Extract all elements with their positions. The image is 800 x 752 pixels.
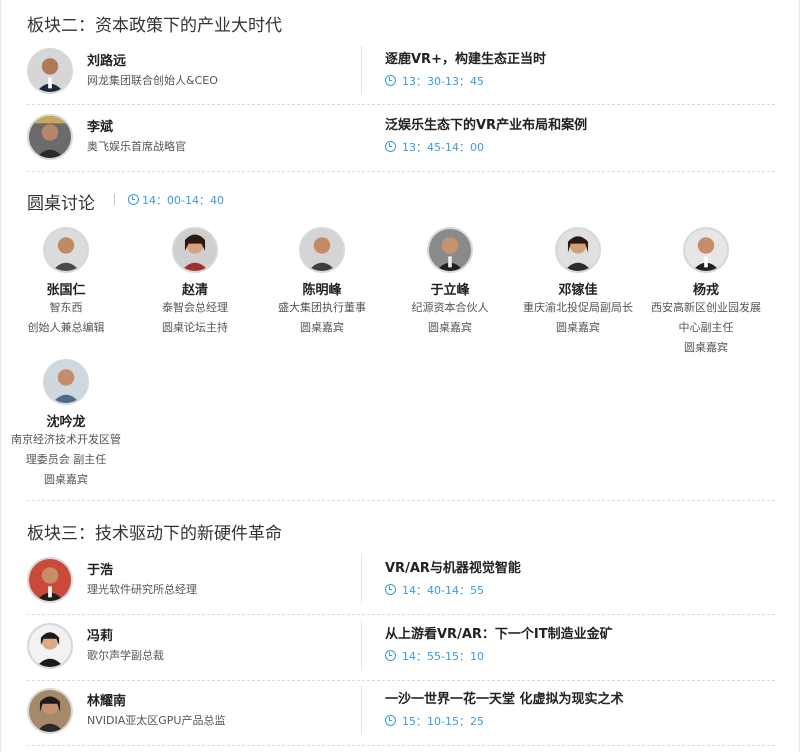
panelist-name: 陈明峰 (302, 283, 342, 298)
panelist-info: 重庆渝北投促局副局长 (523, 301, 633, 314)
panelist[interactable]: 沈吟龙 南京经济技术开发区管 理委员会 副主任 圆桌嘉宾 (1, 359, 131, 490)
avatar (299, 227, 345, 273)
panelist-name: 赵清 (181, 283, 208, 298)
dashed-divider (27, 614, 775, 615)
panelist-info: 圆桌嘉宾 (556, 321, 600, 334)
section-title-roundtable: 圆桌讨论 (27, 194, 95, 214)
panelist-info: 西安高新区创业园发展 (651, 301, 761, 314)
talk-row[interactable]: 刘路远 网龙集团联合创始人&CEO 逐鹿VR+，构建生态正当时 13：30-13… (23, 44, 775, 106)
speaker-name: 林耀南 (87, 694, 127, 709)
divider (361, 555, 362, 603)
talk-time: 14：55-15：10 (385, 648, 484, 664)
avatar (43, 227, 89, 273)
talk-title[interactable]: 逐鹿VR+，构建生态正当时 (385, 48, 546, 67)
avatar (27, 48, 73, 94)
speaker-role: 网龙集团联合创始人&CEO (87, 74, 218, 87)
panelist-name: 于立峰 (430, 283, 470, 298)
clock-icon (385, 715, 396, 726)
panelist-info: 圆桌嘉宾 (428, 321, 472, 334)
talk-title[interactable]: 从上游看VR/AR：下一个IT制造业金矿 (385, 623, 613, 642)
avatar (172, 227, 218, 273)
talk-row[interactable]: 李斌 奥飞娱乐首席战略官 泛娱乐生态下的VR产业布局和案例 13：45-14：0… (23, 110, 775, 172)
dashed-divider (27, 680, 775, 681)
divider (361, 46, 362, 94)
time-text: 14：40-14：55 (402, 584, 484, 597)
clock-icon (128, 194, 139, 205)
panelist-info: 纪源资本合伙人 (411, 301, 489, 314)
panelist-info: 创始人兼总编辑 (27, 321, 105, 334)
talk-row[interactable]: 冯莉 歌尔声学副总裁 从上游看VR/AR：下一个IT制造业金矿 14：55-15… (23, 619, 775, 681)
talk-time: 13：45-14：00 (385, 139, 484, 155)
panelist-info: 圆桌论坛主持 (162, 321, 228, 334)
panelist[interactable]: 张国仁 智东西 创始人兼总编辑 (1, 227, 131, 338)
title-separator (114, 193, 115, 205)
time-text: 15：10-15：25 (402, 715, 484, 728)
panelist-name: 邓镓佳 (558, 283, 598, 298)
dashed-divider (27, 745, 775, 746)
panelist-name: 杨戎 (692, 283, 719, 298)
avatar (683, 227, 729, 273)
talk-title[interactable]: VR/AR与机器视觉智能 (385, 557, 521, 576)
panelist-info: 中心副主任 (678, 321, 734, 334)
dashed-divider (27, 104, 775, 105)
panelist-info: 理委员会 副主任 (25, 453, 107, 466)
talk-time: 15：10-15：25 (385, 713, 484, 729)
agenda-panel: 板块二：资本政策下的产业大时代 刘路远 网龙集团联合创始人&CEO 逐鹿VR+，… (0, 0, 800, 752)
roundtable-time: 14：00-14：40 (128, 192, 224, 208)
divider (361, 621, 362, 669)
avatar (555, 227, 601, 273)
panelist-info: 智东西 (49, 301, 83, 314)
clock-icon (385, 75, 396, 86)
speaker-role: NVIDIA亚太区GPU产品总监 (87, 714, 226, 727)
panelist-info: 盛大集团执行董事 (278, 301, 366, 314)
time-text: 13：45-14：00 (402, 141, 484, 154)
talk-row[interactable]: 林耀南 NVIDIA亚太区GPU产品总监 一沙一世界一花一天堂 化虚拟为现实之术… (23, 684, 775, 746)
avatar (27, 114, 73, 160)
panelist[interactable]: 于立峰 纪源资本合伙人 圆桌嘉宾 (385, 227, 515, 338)
time-text: 14：55-15：10 (402, 650, 484, 663)
panelist[interactable]: 陈明峰 盛大集团执行董事 圆桌嘉宾 (257, 227, 387, 338)
panelist-info: 圆桌嘉宾 (684, 341, 728, 354)
clock-icon (385, 141, 396, 152)
speaker-name: 李斌 (87, 120, 114, 135)
speaker-role: 奥飞娱乐首席战略官 (87, 140, 186, 153)
speaker-name: 冯莉 (87, 629, 114, 644)
section-title-block3: 板块三：技术驱动下的新硬件革命 (27, 524, 282, 544)
panelist-info: 圆桌嘉宾 (44, 473, 88, 486)
panelist[interactable]: 邓镓佳 重庆渝北投促局副局长 圆桌嘉宾 (513, 227, 643, 338)
panelist-info: 圆桌嘉宾 (300, 321, 344, 334)
panelist[interactable]: 杨戎 西安高新区创业园发展 中心副主任 圆桌嘉宾 (641, 227, 771, 358)
talk-time: 13：30-13：45 (385, 73, 484, 89)
avatar (427, 227, 473, 273)
panelist-info: 南京经济技术开发区管 (11, 433, 121, 446)
speaker-name: 于浩 (87, 563, 114, 578)
dashed-divider (27, 500, 775, 501)
speaker-role: 理光软件研究所总经理 (87, 583, 197, 596)
time-text: 14：00-14：40 (142, 194, 224, 207)
panelist-info: 泰智会总经理 (162, 301, 228, 314)
talk-row[interactable]: 于浩 理光软件研究所总经理 VR/AR与机器视觉智能 14：40-14：55 (23, 553, 775, 615)
divider (361, 686, 362, 734)
panelist-name: 张国仁 (46, 283, 86, 298)
avatar (27, 688, 73, 734)
talk-title[interactable]: 泛娱乐生态下的VR产业布局和案例 (385, 114, 587, 133)
section-title-block2: 板块二：资本政策下的产业大时代 (27, 16, 282, 36)
avatar (27, 623, 73, 669)
speaker-role: 歌尔声学副总裁 (87, 649, 164, 662)
clock-icon (385, 584, 396, 595)
dashed-divider (27, 171, 775, 172)
avatar (27, 557, 73, 603)
talk-title[interactable]: 一沙一世界一花一天堂 化虚拟为现实之术 (385, 688, 624, 707)
panelist[interactable]: 赵清 泰智会总经理 圆桌论坛主持 (130, 227, 260, 338)
avatar (43, 359, 89, 405)
talk-time: 14：40-14：55 (385, 582, 484, 598)
clock-icon (385, 650, 396, 661)
speaker-name: 刘路远 (87, 54, 127, 69)
time-text: 13：30-13：45 (402, 75, 484, 88)
panelist-name: 沈吟龙 (46, 415, 86, 430)
